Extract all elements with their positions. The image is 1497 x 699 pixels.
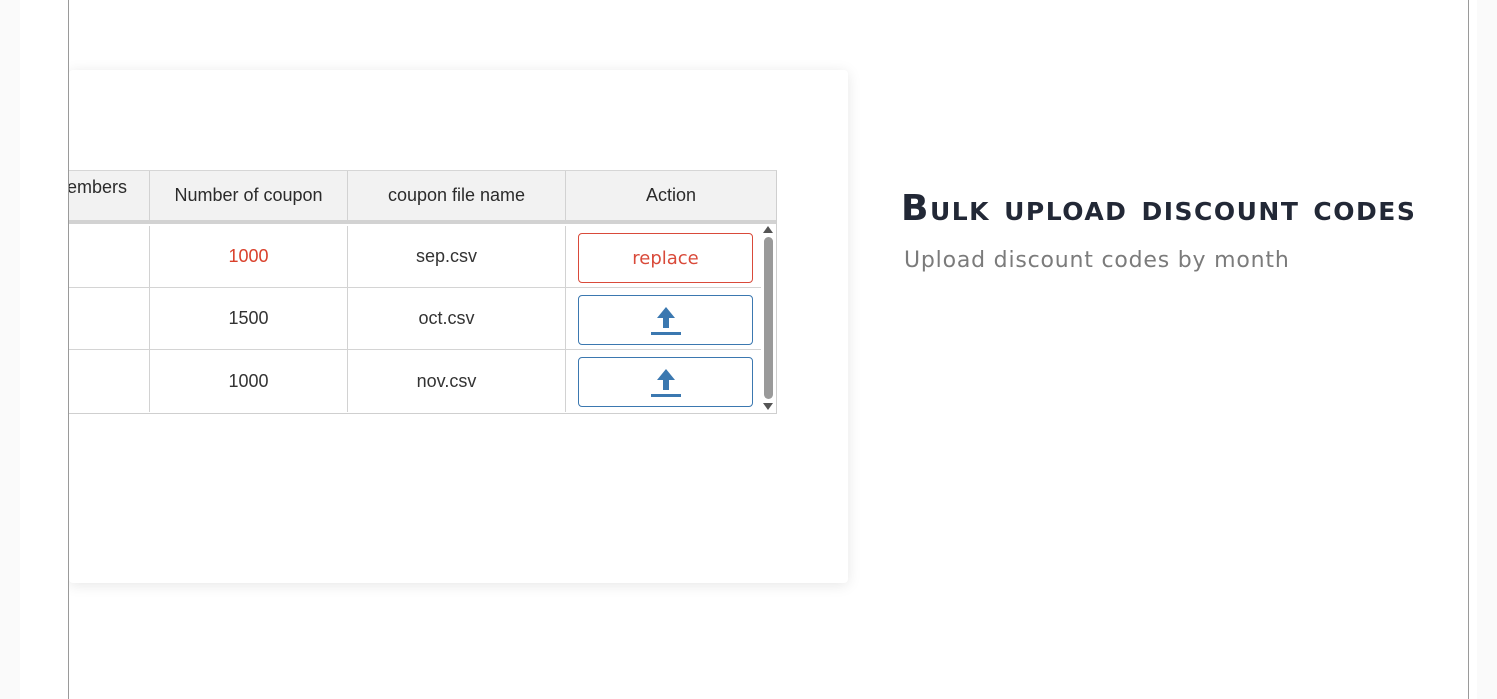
action-cell — [566, 350, 762, 412]
coupon-count-cell: 1500 — [150, 288, 348, 349]
file-name-cell: oct.csv — [348, 288, 566, 349]
action-cell — [566, 288, 762, 349]
table-header: embers Number of coupon coupon file name… — [69, 171, 776, 224]
scroll-down-arrow-icon[interactable] — [763, 403, 773, 410]
page-subtitle: Upload discount codes by month — [904, 248, 1290, 273]
upload-arrow-icon — [650, 369, 681, 397]
scroll-up-arrow-icon[interactable] — [763, 226, 773, 233]
members-cell — [69, 226, 150, 287]
page-background: embers Number of coupon coupon file name… — [20, 0, 1477, 699]
page-title: Bulk upload discount codes — [901, 188, 1417, 229]
upload-button[interactable] — [578, 295, 753, 345]
table-row: 1000 nov.csv — [69, 350, 761, 412]
file-name-cell: sep.csv — [348, 226, 566, 287]
action-cell: replace — [566, 226, 762, 287]
coupon-count-cell: 1000 — [150, 350, 348, 412]
coupon-table: embers Number of coupon coupon file name… — [69, 170, 777, 414]
members-cell — [69, 288, 150, 349]
table-scrollbar[interactable] — [761, 224, 775, 412]
header-coupon-file-name: coupon file name — [348, 171, 566, 220]
coupon-count-cell: 1000 — [150, 226, 348, 287]
header-members: embers — [69, 171, 150, 220]
content-frame: embers Number of coupon coupon file name… — [68, 0, 1469, 699]
table-row: 1500 oct.csv — [69, 288, 761, 350]
header-number-of-coupon: Number of coupon — [150, 171, 348, 220]
file-name-cell: nov.csv — [348, 350, 566, 412]
table-row: 1000 sep.csv replace — [69, 226, 761, 288]
coupon-table-card: embers Number of coupon coupon file name… — [69, 70, 848, 583]
members-cell — [69, 350, 150, 412]
upload-arrow-icon — [650, 307, 681, 335]
header-action: Action — [645, 185, 697, 205]
upload-button[interactable] — [578, 357, 753, 407]
scrollbar-thumb[interactable] — [764, 237, 773, 399]
replace-button[interactable]: replace — [578, 233, 753, 283]
